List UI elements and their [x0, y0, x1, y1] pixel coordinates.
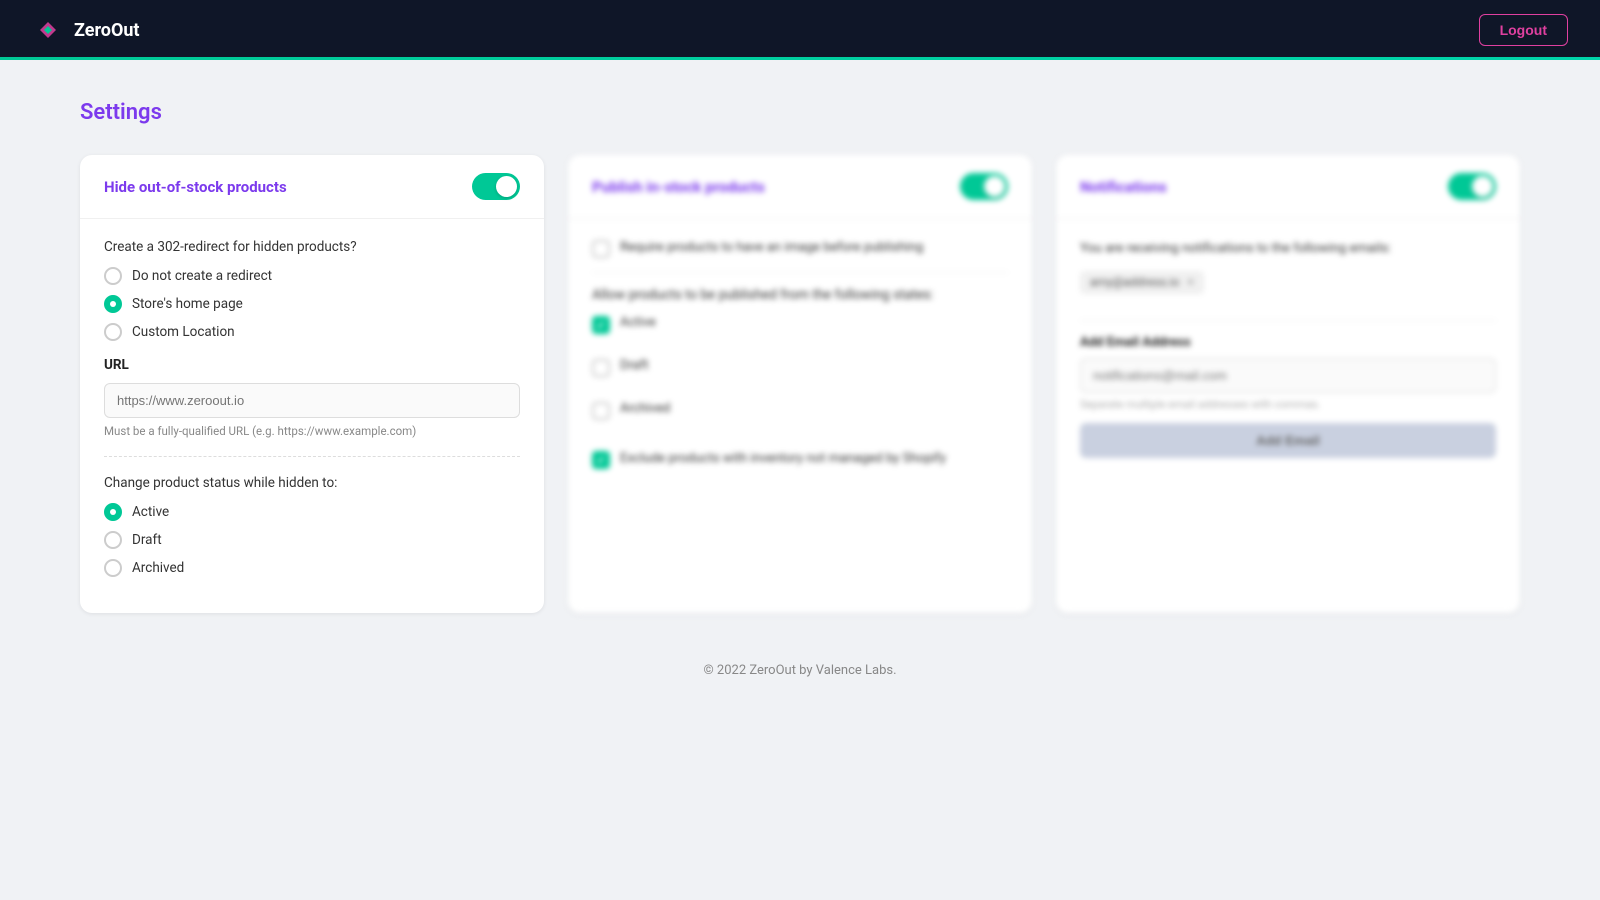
status-label: Change product status while hidden to:: [104, 475, 520, 491]
toggle-thumb-2: [984, 176, 1005, 197]
redirect-option-2[interactable]: Custom Location: [104, 323, 520, 341]
logout-button[interactable]: Logout: [1479, 14, 1568, 46]
card2-title: Publish in-stock products: [592, 178, 765, 196]
toggle-track-3: [1448, 173, 1496, 200]
logo: ZeroOut: [32, 14, 140, 46]
state-active-cb: [592, 316, 610, 334]
card1-toggle[interactable]: [472, 173, 520, 200]
status-radio-group: Active Draft Archived: [104, 503, 520, 577]
state-archived-label: Archived: [620, 401, 670, 416]
add-email-label: Add Email Address: [1080, 335, 1496, 350]
state-archived-cb: [592, 402, 610, 420]
redirect-label-1: Store's home page: [132, 296, 243, 312]
exclude-cb: [592, 451, 610, 469]
hide-out-of-stock-card: Hide out-of-stock products Create a 302-…: [80, 155, 544, 613]
redirect-label-2: Custom Location: [132, 324, 235, 340]
state-archived: Archived: [592, 401, 1008, 420]
page-content: Settings Hide out-of-stock products Crea…: [0, 60, 1600, 718]
redirect-radio-0: [104, 267, 122, 285]
divider: [104, 456, 520, 457]
footer-text: © 2022 ZeroOut by Valence Labs.: [703, 663, 896, 678]
state-active-label: Active: [620, 315, 656, 330]
status-label-0: Active: [132, 504, 169, 520]
card2-header: Publish in-stock products: [568, 155, 1032, 219]
card1-title: Hide out-of-stock products: [104, 178, 287, 196]
publish-in-stock-card: Publish in-stock products Require produc…: [568, 155, 1032, 613]
state-active: Active: [592, 315, 1008, 334]
card1-body: Create a 302-redirect for hidden product…: [80, 219, 544, 613]
card3-body: You are receiving notifications to the f…: [1056, 219, 1520, 478]
card3-header: Notifications: [1056, 155, 1520, 219]
url-input[interactable]: [104, 383, 520, 418]
status-radio-0: [104, 503, 122, 521]
logo-icon: [32, 14, 64, 46]
redirect-radio-1: [104, 295, 122, 313]
redirect-option-0[interactable]: Do not create a redirect: [104, 267, 520, 285]
redirect-radio-group: Do not create a redirect Store's home pa…: [104, 267, 520, 341]
email-address-input: [1080, 358, 1496, 393]
card3-title: Notifications: [1080, 178, 1167, 196]
header: ZeroOut Logout: [0, 0, 1600, 60]
exclude-item: Exclude products with inventory not mana…: [592, 450, 1008, 469]
require-image-item: Require products to have an image before…: [592, 239, 1008, 258]
card1-header: Hide out-of-stock products: [80, 155, 544, 219]
toggle-thumb: [496, 176, 517, 197]
state-draft-cb: [592, 359, 610, 377]
notif-receiving-text: You are receiving notifications to the f…: [1080, 239, 1496, 259]
require-image-label: Require products to have an image before…: [620, 239, 923, 257]
email-tag-remove: ×: [1187, 275, 1194, 290]
status-option-0[interactable]: Active: [104, 503, 520, 521]
status-radio-1: [104, 531, 122, 549]
status-option-2[interactable]: Archived: [104, 559, 520, 577]
add-email-button: Add Email: [1080, 423, 1496, 458]
status-option-1[interactable]: Draft: [104, 531, 520, 549]
cards-grid: Hide out-of-stock products Create a 302-…: [80, 155, 1520, 613]
email-tag: amy@address.io ×: [1080, 271, 1204, 294]
email-tag-value: amy@address.io: [1090, 275, 1179, 289]
states-group: Active Draft Archived: [592, 315, 1008, 434]
card3-toggle: [1448, 173, 1496, 200]
status-radio-2: [104, 559, 122, 577]
redirect-option-1[interactable]: Store's home page: [104, 295, 520, 313]
redirect-radio-2: [104, 323, 122, 341]
email-input-hint: Separate multiple email addresses with c…: [1080, 398, 1496, 411]
status-label-2: Archived: [132, 560, 184, 576]
state-draft: Draft: [592, 358, 1008, 377]
require-image-checkbox: [592, 240, 610, 258]
status-label-1: Draft: [132, 532, 162, 548]
redirect-question: Create a 302-redirect for hidden product…: [104, 239, 520, 255]
page-title: Settings: [80, 100, 1520, 125]
card2-body: Require products to have an image before…: [568, 219, 1032, 503]
state-draft-label: Draft: [620, 358, 649, 373]
states-label: Allow products to be published from the …: [592, 287, 1008, 303]
url-hint: Must be a fully-qualified URL (e.g. http…: [104, 424, 520, 438]
notifications-card: Notifications You are receiving notifica…: [1056, 155, 1520, 613]
card2-toggle: [960, 173, 1008, 200]
exclude-label: Exclude products with inventory not mana…: [620, 450, 946, 468]
toggle-thumb-3: [1472, 176, 1493, 197]
footer: © 2022 ZeroOut by Valence Labs.: [80, 663, 1520, 678]
logo-text: ZeroOut: [74, 20, 140, 41]
url-section: URL Must be a fully-qualified URL (e.g. …: [104, 357, 520, 438]
url-label: URL: [104, 357, 520, 373]
redirect-label-0: Do not create a redirect: [132, 268, 272, 284]
toggle-track: [472, 173, 520, 200]
toggle-track-2: [960, 173, 1008, 200]
